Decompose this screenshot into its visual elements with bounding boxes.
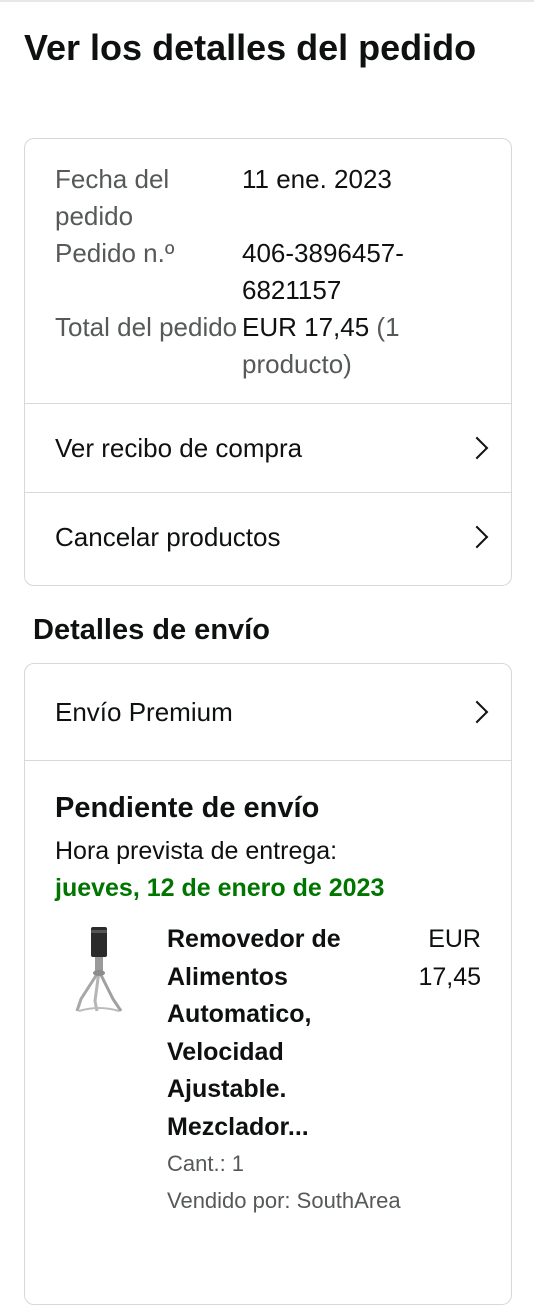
delivery-estimate-label: Hora prevista de entrega:	[55, 837, 338, 865]
top-divider	[0, 0, 534, 2]
order-date-row: Fecha del pedido 11 ene. 2023	[55, 161, 481, 235]
chevron-right-icon	[465, 700, 489, 724]
order-summary-card: Fecha del pedido 11 ene. 2023 Pedido n.º…	[24, 138, 512, 586]
order-item[interactable]: Removedor de Alimentos Automatico, Veloc…	[55, 921, 481, 1213]
shipment-status: Pendiente de envío	[55, 792, 320, 824]
order-total-value: EUR 17,45 (1 producto)	[242, 309, 462, 383]
item-seller: Vendido por: SouthArea	[167, 1188, 401, 1213]
shipment-card: Envío Premium Pendiente de envío Hora pr…	[24, 663, 512, 1305]
shipping-method-link[interactable]: Envío Premium	[25, 664, 511, 760]
delivery-estimate-date: jueves, 12 de enero de 2023	[55, 874, 385, 902]
cancel-products-label: Cancelar productos	[55, 521, 281, 552]
order-number-row: Pedido n.º 406-3896457-6821157	[55, 235, 481, 309]
cancel-products-link[interactable]: Cancelar productos	[25, 492, 511, 581]
page-title: Ver los detalles del pedido	[24, 27, 477, 68]
order-date-label: Fecha del pedido	[55, 164, 170, 231]
order-total-row: Total del pedido EUR 17,45 (1 producto)	[55, 309, 481, 383]
order-date-value: 11 ene. 2023	[242, 164, 392, 194]
shipping-method-label: Envío Premium	[55, 696, 233, 727]
item-quantity: Cant.: 1	[167, 1151, 245, 1176]
item-price: EUR 17,45	[418, 925, 481, 991]
order-number-label: Pedido n.º	[55, 238, 175, 268]
shipment-details: Pendiente de envío Hora prevista de entr…	[25, 760, 511, 1213]
item-title-link[interactable]: Removedor de Alimentos Automatico, Veloc…	[167, 921, 377, 1146]
chevron-right-icon	[465, 525, 489, 549]
shipping-section-title: Detalles de envío	[33, 614, 270, 646]
order-total-amount: EUR 17,45	[242, 312, 370, 342]
order-number-value: 406-3896457-6821157	[242, 238, 404, 305]
view-receipt-link[interactable]: Ver recibo de compra	[25, 403, 511, 492]
view-receipt-label: Ver recibo de compra	[55, 432, 303, 463]
order-summary-grid: Fecha del pedido 11 ene. 2023 Pedido n.º…	[25, 139, 511, 403]
chevron-right-icon	[465, 436, 489, 460]
stirrer-product-image[interactable]	[69, 925, 129, 1025]
order-total-label: Total del pedido	[55, 312, 238, 342]
